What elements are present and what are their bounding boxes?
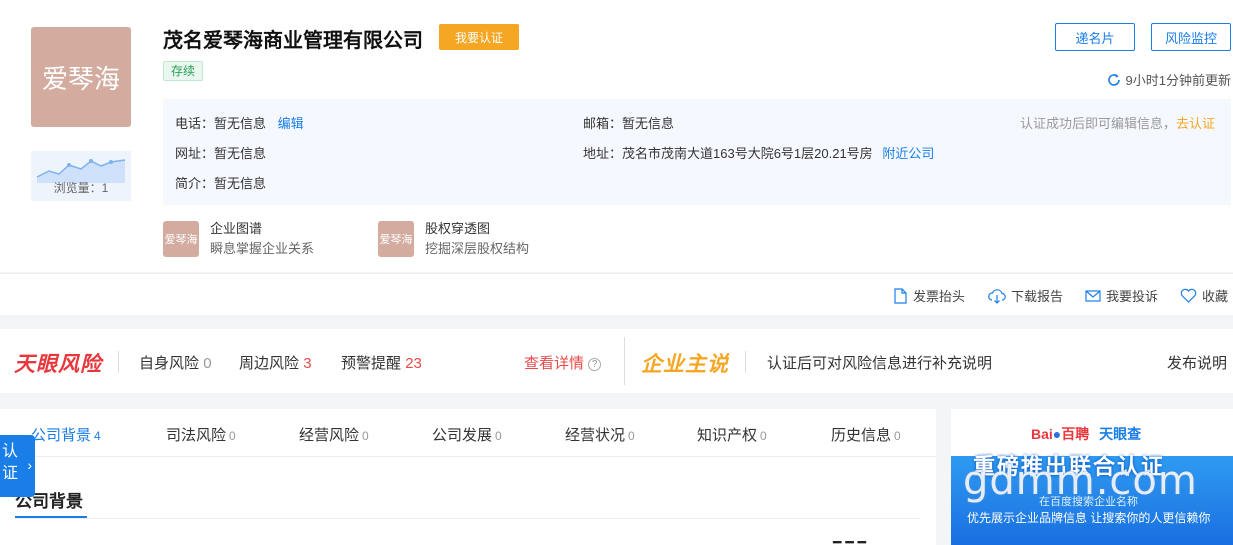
favorite-label: 收藏 (1202, 289, 1229, 304)
tab-company-development[interactable]: 公司发展 0 (432, 424, 502, 445)
complain-button[interactable]: 我要投诉 (1085, 286, 1158, 305)
around-risk-count: 3 (303, 355, 312, 372)
phone-edit-link[interactable]: 编辑 (278, 116, 304, 131)
company-name: 茂名爱琴海商业管理有限公司 (163, 28, 423, 52)
nearby-companies-link[interactable]: 附近公司 (882, 146, 934, 161)
feature-title: 企业图谱 (210, 221, 263, 236)
complain-label: 我要投诉 (1106, 289, 1159, 304)
risk-bar: 天眼风险 自身风险 0 周边风险 3 预警提醒 23 查看详情 ? 企业主说 认… (0, 329, 1233, 393)
status-badge: 存续 (163, 61, 204, 81)
truncated-row: ▁ ▁ ▁ (15, 536, 56, 545)
tianyancha-brand: 天眼查 (1099, 426, 1142, 442)
mail-icon (1085, 289, 1101, 302)
tab-company-background[interactable]: 公司背景 4 (31, 424, 101, 445)
tab-operating-status[interactable]: 经营状况 0 (565, 424, 635, 445)
action-bar: 发票抬头 下载报告 我要投诉 收藏 (0, 273, 1233, 315)
self-risk-label: 自身风险 (139, 355, 200, 372)
chevron-right-icon: › (27, 457, 32, 473)
company-logo: 爱琴海 (31, 27, 131, 127)
download-report-button[interactable]: 下载报告 (988, 286, 1063, 305)
cloud-download-icon (988, 288, 1006, 304)
side-tab-text: 认证 (1, 443, 18, 482)
refresh-icon (1107, 73, 1120, 86)
tianyancha-logo-icon: ━ ━ ━ (833, 534, 867, 545)
self-risk[interactable]: 自身风险 0 (139, 352, 212, 373)
website-row: 网址：暂无信息 (175, 146, 267, 161)
tab-operational-risk[interactable]: 经营风险 0 (299, 424, 369, 445)
address-value: 地址：茂名市茂南大道163号大院6号1层20.21号房 (583, 146, 873, 161)
warning-label: 预警提醒 (341, 355, 402, 372)
feature-subtitle: 挖掘深层股权结构 (425, 241, 530, 256)
enterprise-graph-icon: 爱琴海 (163, 221, 199, 257)
paw-icon: ● (1052, 426, 1062, 442)
tab-bar: 公司背景 4 司法风险 0 经营风险 0 公司发展 0 经营状况 0 知识产权 0 历史信息… (0, 409, 936, 457)
address-row: 地址：茂名市茂南大道163号大院6号1层20.21号房 附近公司 (583, 143, 934, 162)
download-report-label: 下载报告 (1011, 289, 1064, 304)
tab-intellectual-property[interactable]: 知识产权 0 (697, 424, 767, 445)
section-divider (15, 518, 920, 519)
warning-count: 23 (405, 355, 422, 372)
update-time[interactable]: 9小时1分钟前更新 (1107, 70, 1231, 89)
views-count: 浏览量：1 (53, 181, 109, 195)
risk-monitor-button[interactable]: 风险监控 (1151, 23, 1231, 51)
watermark: gdmm.com (963, 458, 1198, 504)
around-risk-label: 周边风险 (239, 355, 300, 372)
feature-enterprise-graph[interactable]: 爱琴海 企业图谱 瞬息掌握企业关系 (163, 221, 314, 257)
cert-hint-row: 认证成功后即可编辑信息，去认证 (1020, 113, 1215, 132)
ad-brands: Bai●百聘 天眼查 (1031, 424, 1141, 444)
equity-chart-icon: 爱琴海 (378, 221, 414, 257)
tianyan-risk-logo: 天眼风险 (14, 352, 102, 376)
tab-history[interactable]: 历史信息 0 (831, 424, 901, 445)
main-content: 公司背景 4 司法风险 0 经营风险 0 公司发展 0 经营状况 0 知识产权 0 历史信息… (0, 409, 936, 545)
certify-side-tab[interactable]: 认证 › (0, 435, 35, 497)
owner-says-text: 认证后可对风险信息进行补充说明 (767, 355, 993, 372)
warning-reminder[interactable]: 预警提醒 23 (341, 352, 422, 373)
heart-icon (1180, 288, 1197, 303)
go-certify-link[interactable]: 去认证 (1176, 116, 1215, 131)
certify-button[interactable]: 我要认证 (439, 24, 519, 50)
update-time-text: 9小时1分钟前更新 (1125, 73, 1231, 88)
document-icon (894, 287, 907, 304)
around-risk[interactable]: 周边风险 3 (239, 352, 312, 373)
invoice-title-button[interactable]: 发票抬头 (893, 286, 965, 305)
phone-row: 电话：暂无信息 编辑 (175, 113, 304, 132)
baipin-logo: 百聘 (1061, 426, 1090, 442)
views-chart: 浏览量：1 (31, 151, 131, 201)
owner-says-logo: 企业主说 (641, 352, 729, 376)
ad-description: 优先展示企业品牌信息 让搜索你的人更信赖你 (967, 511, 1211, 525)
tab-judicial-risk[interactable]: 司法风险 0 (166, 424, 236, 445)
feature-title: 股权穿透图 (425, 221, 491, 236)
section-title-underline (15, 516, 87, 518)
help-icon: ? (588, 358, 602, 371)
intro-row: 简介：暂无信息 (175, 176, 267, 191)
feature-equity-penetration[interactable]: 爱琴海 股权穿透图 挖掘深层股权结构 (378, 221, 529, 257)
view-details-label: 查看详情 (524, 355, 585, 372)
divider (624, 337, 625, 385)
cert-hint-text: 认证成功后即可编辑信息， (1019, 116, 1176, 131)
invoice-title-label: 发票抬头 (913, 289, 966, 304)
favorite-button[interactable]: 收藏 (1180, 286, 1228, 305)
info-box: 电话：暂无信息 编辑 邮箱：暂无信息 认证成功后即可编辑信息，去认证 网址：暂无… (163, 99, 1231, 205)
send-card-button[interactable]: 递名片 (1055, 23, 1135, 51)
self-risk-count: 0 (203, 355, 212, 372)
divider (118, 351, 119, 373)
baidu-logo: Bai (1031, 426, 1053, 442)
phone-value: 电话：暂无信息 (175, 116, 267, 131)
divider (745, 351, 746, 373)
email-row: 邮箱：暂无信息 (583, 116, 675, 131)
feature-subtitle: 瞬息掌握企业关系 (210, 241, 315, 256)
company-header: 爱琴海 浏览量：1 茂名爱琴海商业管理有限公司 我要认证 存续 递名片 风险监控… (0, 0, 1233, 272)
publish-explanation-link[interactable]: 发布说明 (1167, 352, 1227, 373)
view-details-link[interactable]: 查看详情 ? (524, 352, 602, 373)
